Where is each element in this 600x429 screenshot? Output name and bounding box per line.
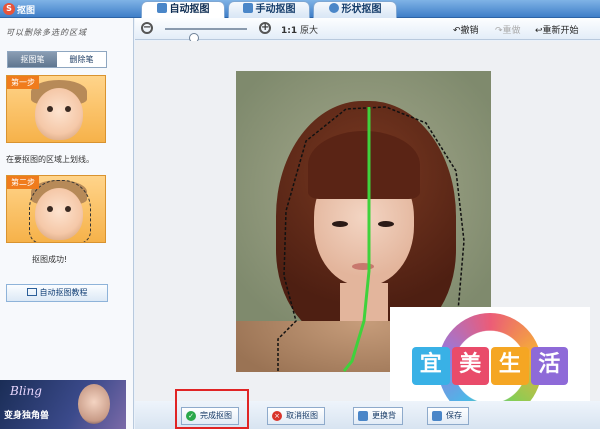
pen-icon bbox=[242, 3, 253, 13]
step-one-image: 第一步 bbox=[6, 75, 106, 143]
zoom-ratio[interactable]: 1:1 原大 bbox=[281, 23, 318, 36]
reset-button[interactable]: ↩重新开始 bbox=[535, 23, 579, 36]
step-badge: 第二步 bbox=[7, 176, 39, 189]
change-background-button[interactable]: 更换背 bbox=[353, 407, 403, 425]
cancel-label: 取消抠图 bbox=[286, 411, 318, 420]
logo-char: 活 bbox=[530, 347, 568, 385]
step-badge: 第一步 bbox=[7, 76, 39, 89]
redo-button[interactable]: ↷重做 bbox=[495, 23, 521, 36]
tab-label: 自动抠图 bbox=[169, 4, 210, 15]
undo-icon: ↶ bbox=[453, 26, 461, 36]
save-icon bbox=[432, 411, 442, 421]
ad-face-image bbox=[78, 384, 110, 424]
logo-char: 美 bbox=[451, 347, 489, 385]
cutout-brush-tab[interactable]: 抠图笔 bbox=[8, 52, 57, 67]
zoom-ratio-value: 1:1 bbox=[281, 26, 298, 36]
undo-button[interactable]: ↶撤销 bbox=[453, 23, 479, 36]
reset-label: 重新开始 bbox=[542, 26, 579, 36]
tab-manual-cutout[interactable]: 手动抠图 bbox=[228, 1, 310, 18]
zoom-out-icon[interactable]: − bbox=[141, 22, 153, 34]
reset-icon: ↩ bbox=[535, 26, 543, 36]
zoom-slider[interactable] bbox=[165, 28, 247, 43]
tab-label: 形状抠图 bbox=[341, 4, 382, 15]
erase-brush-tab[interactable]: 删除笔 bbox=[57, 52, 106, 67]
toolbar: − + 1:1 原大 ↶撤销 ↷重做 ↩重新开始 bbox=[135, 18, 600, 43]
app-title: 抠图 bbox=[17, 6, 36, 16]
tab-label: 手动抠图 bbox=[255, 4, 296, 15]
shape-icon bbox=[328, 3, 339, 13]
logo-char: 宜 bbox=[412, 347, 450, 385]
cancel-cutout-button[interactable]: × 取消抠图 bbox=[267, 407, 325, 425]
title-bar: S 抠图 自动抠图 手动抠图 形状抠图 bbox=[0, 0, 600, 18]
baby-face bbox=[35, 88, 83, 140]
tab-shape-cutout[interactable]: 形状抠图 bbox=[313, 1, 397, 18]
image-icon bbox=[358, 411, 368, 421]
highlight-box bbox=[175, 389, 249, 429]
cancel-icon: × bbox=[272, 411, 282, 421]
ad-banner[interactable]: Bling 变身独角兽 bbox=[0, 380, 126, 429]
zoom-ratio-label: 原大 bbox=[300, 26, 319, 36]
change-bg-label: 更换背 bbox=[372, 411, 396, 420]
baby-eye bbox=[65, 106, 71, 112]
selection-outline bbox=[29, 180, 91, 242]
baby-eye bbox=[47, 106, 53, 112]
left-panel: 可以删除多选的区域 抠图笔 删除笔 第一步 在要抠图的区域上划线。 第二步 抠图… bbox=[0, 18, 134, 429]
tab-auto-cutout[interactable]: 自动抠图 bbox=[141, 1, 225, 18]
app-logo-icon: S bbox=[3, 3, 15, 15]
redo-icon: ↷ bbox=[495, 26, 503, 36]
app-window: S 抠图 自动抠图 手动抠图 形状抠图 可以删除多选的区域 抠图笔 删除笔 第一… bbox=[0, 0, 600, 429]
redo-label: 重做 bbox=[502, 26, 521, 36]
step-one-desc: 在要抠图的区域上划线。 bbox=[6, 155, 94, 164]
undo-label: 撤销 bbox=[460, 26, 479, 36]
book-icon bbox=[26, 288, 37, 296]
brush-stroke bbox=[342, 107, 371, 372]
ad-text: 变身独角兽 bbox=[4, 411, 50, 421]
brush-icon bbox=[156, 3, 167, 13]
save-label: 保存 bbox=[446, 411, 462, 420]
tutorial-button[interactable]: 自动抠图教程 bbox=[6, 284, 108, 302]
brush-tabs: 抠图笔 删除笔 bbox=[7, 51, 107, 68]
step-two-image: 第二步 bbox=[6, 175, 106, 243]
logo-text: 宜 美 生 活 bbox=[412, 347, 568, 385]
logo-char: 生 bbox=[491, 347, 529, 385]
tutorial-label: 自动抠图教程 bbox=[39, 288, 88, 297]
ad-brand: Bling bbox=[10, 384, 42, 398]
save-button[interactable]: 保存 bbox=[427, 407, 469, 425]
step-two-desc: 抠图成功! bbox=[32, 255, 68, 264]
zoom-in-icon[interactable]: + bbox=[259, 22, 271, 34]
hint-text: 可以删除多选的区域 bbox=[6, 28, 87, 37]
